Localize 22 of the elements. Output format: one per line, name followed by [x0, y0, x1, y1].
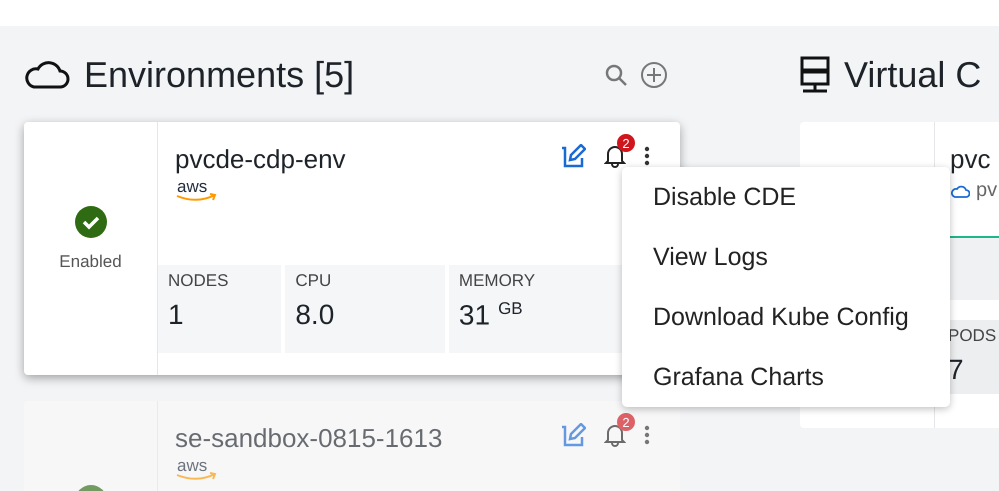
stat-label: PODS [948, 326, 998, 346]
menu-item[interactable]: View Logs [622, 227, 950, 287]
stat-label: CPU [295, 271, 332, 291]
stat-value: 7 [948, 354, 965, 386]
notification-badge: 2 [617, 413, 635, 431]
environment-name: se-sandbox-0815-1613 [175, 423, 442, 454]
section-title: Environments [5] [84, 54, 354, 96]
cluster-name: pvc [950, 144, 992, 175]
section-title: Virtual C [844, 54, 982, 96]
stat-value: 1 [168, 299, 185, 331]
provider-label: aws [177, 456, 208, 476]
menu-item[interactable]: Download Kube Config [622, 287, 950, 347]
environment-label: pv [976, 179, 998, 202]
provider-label: aws [177, 177, 208, 197]
status-label: Enabled [59, 252, 122, 272]
environment-name: pvcde-cdp-env [175, 144, 346, 175]
stat-value: 8.0 [295, 299, 336, 331]
stat-label: NODES [168, 271, 230, 291]
stat-label: MEMORY [458, 271, 536, 291]
environment-card[interactable]: se-sandbox-0815-1613 aws 2 [24, 401, 680, 491]
menu-item[interactable]: Disable CDE [622, 167, 950, 227]
notification-badge: 2 [617, 134, 635, 152]
